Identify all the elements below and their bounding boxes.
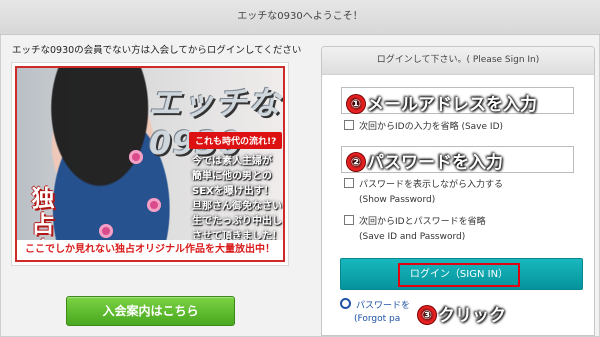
promo-banner[interactable]: エッチな0930 これも時代の流れ!? 今では素人主婦が 簡単に他の男との SE… [11,62,289,266]
remember-id-option[interactable]: 次回からIDの入力を省略 (Save ID) [344,120,503,135]
bullet-icon [340,298,351,309]
flower-decoration [147,198,161,212]
forgot-password-text: パスワードを [356,301,411,311]
member-notice: エッチな0930の会員でない方は入会してからログインしてください [12,45,302,56]
step-three-number: ③ [418,306,436,324]
sign-in-label: ログイン（SIGN IN） [398,263,520,287]
step-two-text: パスワードを入力 [367,153,503,173]
step-one-text: メールアドレスを入力 [367,95,537,115]
banner-ribbon: ここでしか見れない独占オリジナル作品を大量放出中！ [17,240,283,260]
banner-catch: これも時代の流れ!? [189,132,283,149]
forgot-password-text-en: (Forgot pa [354,314,401,324]
step-one-annotation: ① メールアドレスを入力 [347,90,537,115]
forgot-password-link[interactable]: パスワードを (Forgot pa [340,298,410,326]
step-two-number: ② [347,153,365,171]
remember-id-label: 次回からIDの入力を省略 (Save ID) [359,122,504,132]
save-id-password-checkbox[interactable] [344,215,354,225]
banner-copy: 今では素人主婦が 簡単に他の男との SEXを曝け出す！ 旦那さん御免なさい 生で… [192,154,283,244]
save-id-password-label: 次回からIDとパスワードを省略 [359,217,486,227]
show-password-checkbox[interactable] [344,178,354,188]
join-info-button[interactable]: 入会案内はこちら [66,296,235,326]
step-three-annotation: ③ クリック [418,301,506,326]
save-id-password-option[interactable]: 次回からIDとパスワードを省略 (Save ID and Password) [344,215,486,245]
flower-decoration [129,150,143,164]
remember-id-checkbox[interactable] [344,120,354,130]
flower-decoration [99,224,113,238]
banner-copy-line: 今では素人主婦が [192,156,272,167]
show-password-label-en: (Show Password) [359,195,436,205]
banner-copy-line: 生でたっぷり中出し [192,216,282,227]
site-logo: エッチな0930 [149,84,282,162]
login-panel-header: ログインして下さい。( Please Sign In) [322,47,594,75]
banner-copy-line: SEXを曝け出す！ [192,186,274,197]
banner-copy-line: 簡単に他の男との [192,171,272,182]
save-id-password-label-en: (Save ID and Password) [359,232,466,242]
promo-banner-image[interactable]: エッチな0930 これも時代の流れ!? 今では素人主婦が 簡単に他の男との SE… [15,66,285,262]
banner-copy-line: 旦那さん御免なさい [192,201,282,212]
page-title-bar: エッチな0930へようこそ！ [0,0,600,35]
login-panel: ログインして下さい。( Please Sign In) ① メールアドレスを入力 … [321,46,595,336]
show-password-option[interactable]: パスワードを表示しながら入力する (Show Password) [344,178,503,208]
show-password-label: パスワードを表示しながら入力する [359,180,504,190]
step-two-annotation: ② パスワードを入力 [347,148,503,173]
sign-in-button[interactable]: ログイン（SIGN IN） [340,258,583,290]
step-three-text: クリック [438,306,506,326]
step-one-number: ① [347,95,365,113]
